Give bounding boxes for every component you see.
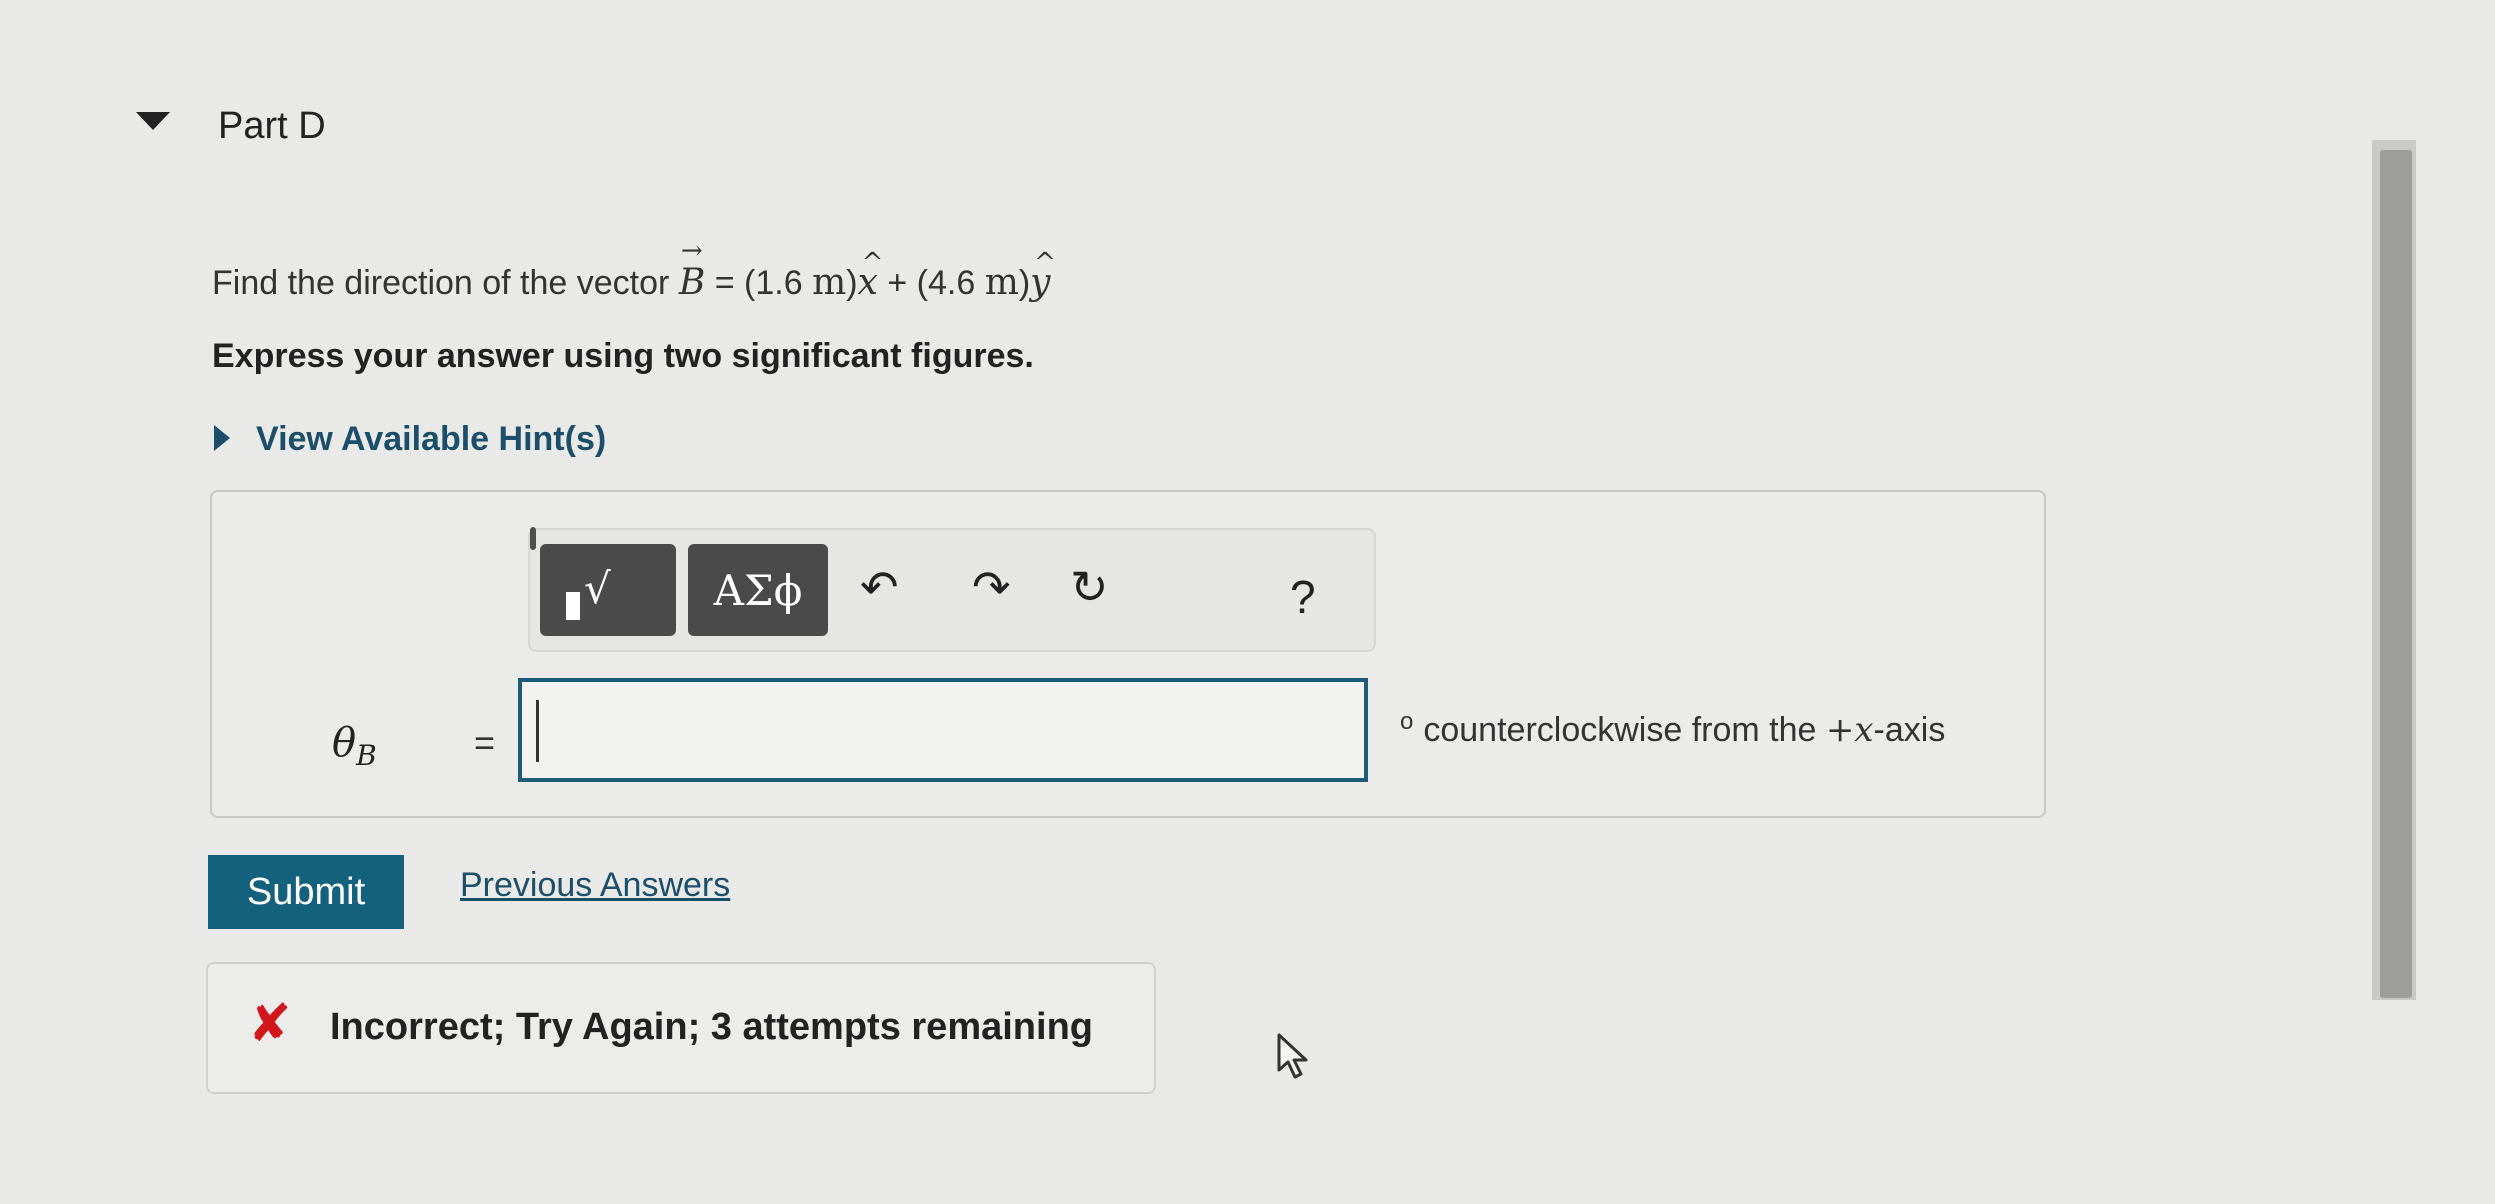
reset-icon[interactable]: ↻ [1070,560,1109,614]
incorrect-x-icon: ✘ [248,995,292,1053]
answer-unit-label: o counterclockwise from the +x-axis [1400,708,1946,750]
view-hints-link[interactable]: View Available Hint(s) [256,420,606,459]
answer-input[interactable] [518,678,1368,782]
vector-arrow-icon: → [680,236,703,266]
radical-template-icon: √ [584,564,611,613]
previous-answers-link[interactable]: Previous Answers [460,866,730,905]
part-title: Part D [218,105,326,147]
templates-button[interactable]: √ [540,544,676,636]
instruction-text: Express your answer using two significan… [212,337,1034,375]
x-unit-vector: ^ x [857,248,884,303]
equals-sign: = [474,722,496,763]
axis-label: +x [1825,710,1874,750]
template-block-icon [566,592,580,620]
text-cursor [536,700,539,762]
hint-expand-icon[interactable] [214,425,230,451]
mouse-pointer-icon [1277,1033,1308,1079]
collapse-part-toggle-icon[interactable] [136,112,170,130]
scrollbar-thumb[interactable] [2380,150,2412,998]
greek-symbols-button[interactable]: ΑΣϕ [688,544,828,636]
feedback-message: Incorrect; Try Again; 3 attempts remaini… [330,1006,1093,1048]
vector-b-symbol: → B [678,236,706,303]
undo-icon[interactable]: ↶ [860,560,899,614]
degree-symbol: o [1400,708,1414,735]
submit-button[interactable]: Submit [208,855,404,929]
help-button[interactable]: ? [1290,570,1316,624]
y-unit-vector: ^ y [1030,248,1056,303]
question-prefix: Find the direction of the vector [212,264,670,302]
feedback-box: ✘ Incorrect; Try Again; 3 attempts remai… [206,962,1156,1094]
answer-variable-label: θB [332,720,377,772]
redo-icon[interactable]: ↷ [972,560,1011,614]
keyboard-icon[interactable] [530,527,536,550]
math-toolbar: √ ΑΣϕ ↶ ↷ ↻ ? [528,527,1376,652]
question-text: Find the direction of the vector → B = (1… [212,236,1056,303]
